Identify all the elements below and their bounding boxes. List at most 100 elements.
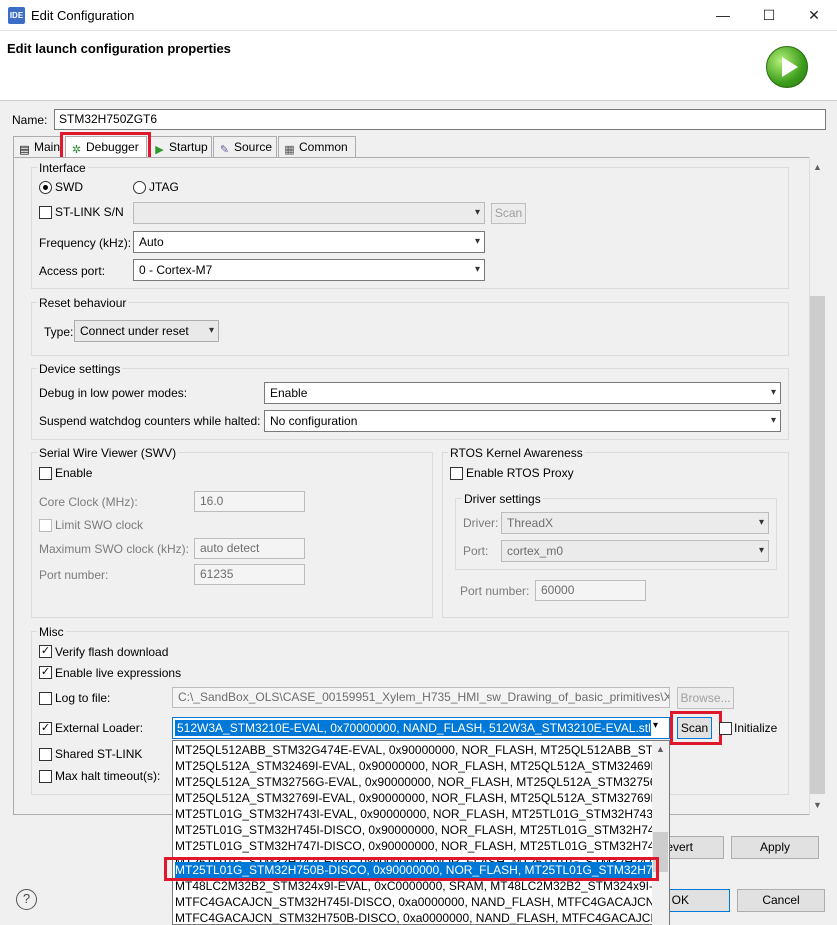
selected-loader-highlight bbox=[164, 857, 659, 881]
driver-label: Driver: bbox=[463, 516, 499, 530]
watchdog-value: No configuration bbox=[270, 414, 358, 428]
maximize-button[interactable]: ☐ bbox=[746, 0, 792, 31]
shared-stlink-checkbox[interactable] bbox=[39, 748, 52, 761]
external-loader-dropdown-list[interactable]: MT25QL512ABB_STM32G474E-EVAL, 0x90000000… bbox=[172, 740, 670, 925]
name-input[interactable]: STM32H750ZGT6 bbox=[54, 109, 826, 130]
watchdog-select[interactable]: No configuration ▾ bbox=[264, 410, 781, 432]
stlink-scan-button[interactable]: Scan bbox=[491, 203, 526, 224]
swd-label: SWD bbox=[55, 180, 83, 194]
chevron-down-icon: ▾ bbox=[208, 325, 214, 336]
swv-enable-label: Enable bbox=[55, 466, 93, 480]
frequency-label: Frequency (kHz): bbox=[39, 236, 132, 250]
chevron-down-icon: ▾ bbox=[474, 236, 480, 247]
external-loader-select[interactable]: 512W3A_STM3210E-EVAL, 0x70000000, NAND_F… bbox=[172, 717, 670, 739]
external-loader-value: 512W3A_STM3210E-EVAL, 0x70000000, NAND_F… bbox=[175, 720, 651, 736]
reset-type-value: Connect under reset bbox=[80, 324, 189, 338]
chevron-down-icon: ▾ bbox=[653, 720, 659, 731]
stlink-sn-checkbox[interactable] bbox=[39, 206, 52, 219]
scroll-down-icon[interactable]: ▼ bbox=[810, 797, 825, 813]
external-loader-label: External Loader: bbox=[55, 721, 144, 735]
access-port-value: 0 - Cortex-M7 bbox=[139, 263, 213, 277]
panel-scrollbar-thumb[interactable] bbox=[810, 296, 825, 794]
tab-common[interactable]: ▦ Common bbox=[278, 136, 356, 157]
rtos-port-select[interactable]: cortex_m0 ▾ bbox=[501, 540, 769, 562]
close-window-button[interactable]: ✕ bbox=[791, 0, 837, 31]
rtos-proxy-checkbox[interactable] bbox=[450, 467, 463, 480]
ok-button[interactable]: OK bbox=[660, 889, 730, 912]
frequency-value: Auto bbox=[139, 235, 164, 249]
rtos-title: RTOS Kernel Awareness bbox=[448, 446, 585, 460]
list-item[interactable]: MT25TL01G_STM32H743I-EVAL, 0x90000000, N… bbox=[175, 806, 654, 822]
list-item[interactable]: MT25QL512A_STM32469I-EVAL, 0x90000000, N… bbox=[175, 758, 654, 774]
list-item[interactable]: MTFC4GACAJCN_STM32H750B-DISCO, 0xa000000… bbox=[175, 910, 654, 924]
reset-type-label: Type: bbox=[44, 325, 74, 339]
rtos-port-value: cortex_m0 bbox=[507, 544, 564, 558]
external-loader-checkbox[interactable]: ✓ bbox=[39, 722, 52, 735]
swv-enable-checkbox[interactable] bbox=[39, 467, 52, 480]
access-port-select[interactable]: 0 - Cortex-M7 ▾ bbox=[133, 259, 485, 281]
stlink-sn-select[interactable]: ▾ bbox=[133, 202, 485, 224]
list-item[interactable]: MT25QL512ABB_STM32G474E-EVAL, 0x90000000… bbox=[175, 742, 654, 758]
cancel-button[interactable]: Cancel bbox=[737, 889, 825, 912]
chevron-down-icon: ▾ bbox=[758, 517, 764, 528]
limit-swo-label: Limit SWO clock bbox=[55, 518, 144, 532]
log-to-file-checkbox[interactable] bbox=[39, 692, 52, 705]
low-power-select[interactable]: Enable ▾ bbox=[264, 382, 781, 404]
minimize-button[interactable]: — bbox=[700, 0, 746, 31]
initialize-checkbox[interactable] bbox=[719, 722, 732, 735]
max-halt-checkbox[interactable] bbox=[39, 770, 52, 783]
max-swo-label: Maximum SWO clock (kHz): bbox=[39, 542, 189, 556]
driver-settings-title: Driver settings bbox=[462, 492, 543, 506]
frequency-select[interactable]: Auto ▾ bbox=[133, 231, 485, 253]
interface-title: Interface bbox=[37, 161, 88, 175]
reset-type-select[interactable]: Connect under reset ▾ bbox=[74, 320, 219, 342]
verify-flash-checkbox[interactable]: ✓ bbox=[39, 645, 52, 658]
max-halt-label: Max halt timeout(s): bbox=[55, 769, 161, 783]
shared-stlink-label: Shared ST-LINK bbox=[55, 747, 143, 761]
log-to-file-label: Log to file: bbox=[55, 691, 111, 705]
access-port-label: Access port: bbox=[39, 264, 106, 278]
source-icon: ✎ bbox=[219, 144, 230, 156]
log-path-input[interactable]: C:\_SandBox_OLS\CASE_00159951_Xylem_H735… bbox=[172, 687, 670, 708]
live-expressions-label: Enable live expressions bbox=[55, 666, 182, 680]
low-power-label: Debug in low power modes: bbox=[39, 386, 188, 400]
live-expressions-checkbox[interactable]: ✓ bbox=[39, 666, 52, 679]
tab-main[interactable]: ▤ Main bbox=[13, 136, 63, 157]
initialize-label: Initialize bbox=[734, 721, 778, 735]
chevron-down-icon: ▾ bbox=[474, 207, 480, 218]
apply-button[interactable]: Apply bbox=[731, 836, 819, 859]
core-clock-label: Core Clock (MHz): bbox=[39, 495, 138, 509]
dialog-header: Edit launch configuration properties bbox=[0, 31, 837, 101]
low-power-value: Enable bbox=[270, 386, 308, 400]
core-clock-input[interactable]: 16.0 bbox=[194, 491, 305, 512]
tab-main-label: Main bbox=[34, 140, 61, 154]
list-item[interactable]: MTFC4GACAJCN_STM32H745I-DISCO, 0xa000000… bbox=[175, 894, 654, 910]
scroll-up-icon[interactable]: ▲ bbox=[653, 741, 668, 757]
rtos-port-number-label: Port number: bbox=[460, 584, 530, 598]
scroll-up-icon[interactable]: ▲ bbox=[810, 159, 825, 175]
tab-source[interactable]: ✎ Source bbox=[213, 136, 277, 157]
list-item[interactable]: MT25TL01G_STM32H747I-DISCO, 0x90000000, … bbox=[175, 838, 654, 854]
scan-button-highlight bbox=[670, 711, 722, 745]
browse-button[interactable]: Browse... bbox=[677, 687, 734, 709]
rtos-port-number-input[interactable]: 60000 bbox=[535, 580, 646, 601]
help-icon[interactable]: ? bbox=[16, 889, 37, 910]
driver-select[interactable]: ThreadX ▾ bbox=[501, 512, 769, 534]
list-item[interactable]: MT25TL01G_STM32H745I-DISCO, 0x90000000, … bbox=[175, 822, 654, 838]
jtag-label: JTAG bbox=[149, 180, 179, 194]
list-item[interactable]: MT25QL512A_STM32769I-EVAL, 0x90000000, N… bbox=[175, 790, 654, 806]
misc-title: Misc bbox=[37, 625, 66, 639]
swd-radio[interactable] bbox=[39, 181, 52, 194]
startup-play-icon: ▶ bbox=[155, 144, 164, 156]
list-item[interactable]: MT25QL512A_STM32756G-EVAL, 0x90000000, N… bbox=[175, 774, 654, 790]
swv-title: Serial Wire Viewer (SWV) bbox=[37, 446, 179, 460]
jtag-radio[interactable] bbox=[133, 181, 146, 194]
tab-startup[interactable]: ▶ Startup bbox=[148, 136, 212, 157]
watchdog-label: Suspend watchdog counters while halted: bbox=[39, 414, 261, 428]
name-label: Name: bbox=[12, 113, 48, 127]
chevron-down-icon: ▾ bbox=[770, 387, 776, 398]
window-title: Edit Configuration bbox=[31, 8, 135, 23]
limit-swo-checkbox[interactable] bbox=[39, 519, 52, 532]
swv-port-input[interactable]: 61235 bbox=[194, 564, 305, 585]
max-swo-input[interactable]: auto detect bbox=[194, 538, 305, 559]
